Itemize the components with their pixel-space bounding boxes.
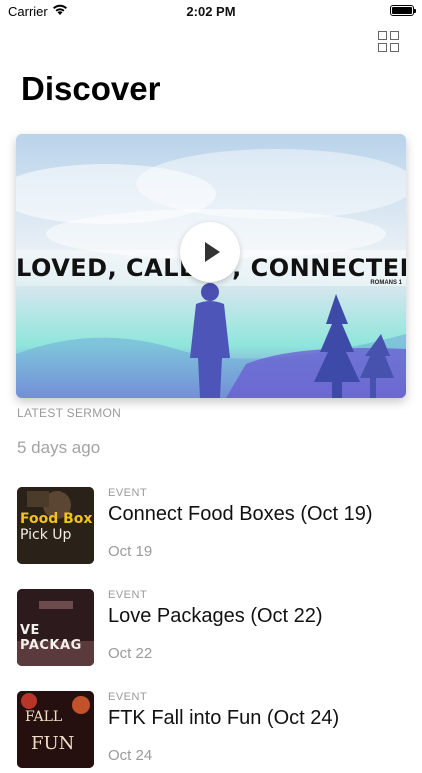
event-list-item[interactable]: VE PACKAG EVENT Love Packages (Oct 22) O… (0, 589, 422, 671)
grid-icon-cell (390, 43, 399, 52)
event-thumbnail-text: VE PACKAG (20, 623, 82, 653)
battery-icon (390, 5, 416, 16)
clock: 2:02 PM (186, 4, 236, 19)
event-list-item[interactable]: FALL FUN EVENT FTK Fall into Fun (Oct 24… (0, 691, 422, 773)
event-title: Love Packages (Oct 22) (108, 605, 323, 627)
event-date: Oct 22 (108, 645, 153, 662)
trees-silhouette (314, 294, 394, 398)
latest-sermon-card[interactable]: LOVED, CALLED, CONNECTED ROMANS 1 (16, 134, 406, 398)
sermon-banner-reference: ROMANS 1 (370, 280, 402, 286)
event-thumbnail-text: FALL (25, 709, 63, 725)
section-label: LATEST SERMON (17, 406, 122, 420)
play-icon (205, 242, 220, 262)
grid-view-button[interactable] (378, 31, 401, 54)
person-silhouette (190, 283, 230, 398)
sermon-age: 5 days ago (17, 438, 101, 457)
event-tag: EVENT (108, 589, 148, 601)
event-thumbnail-art (17, 691, 94, 768)
event-thumbnail: Food Box Pick Up (17, 487, 94, 564)
grid-icon-cell (390, 31, 399, 40)
event-thumbnail-subtext: Pick Up (20, 527, 72, 543)
event-tag: EVENT (108, 691, 148, 703)
status-bar: Carrier 2:02 PM (0, 0, 422, 24)
event-thumbnail-subtext: FUN (31, 733, 75, 754)
event-tag: EVENT (108, 487, 148, 499)
event-thumbnail: VE PACKAG (17, 589, 94, 666)
event-thumbnail: FALL FUN (17, 691, 94, 768)
event-thumbnail-text: Food Box (20, 511, 93, 527)
event-date: Oct 19 (108, 543, 153, 560)
event-list-item[interactable]: Food Box Pick Up EVENT Connect Food Boxe… (0, 487, 422, 569)
play-button[interactable] (180, 222, 240, 282)
grid-icon (378, 31, 387, 40)
event-title: Connect Food Boxes (Oct 19) (108, 503, 373, 525)
grid-icon-cell (378, 43, 387, 52)
event-title: FTK Fall into Fun (Oct 24) (108, 707, 340, 729)
page-title: Discover (21, 70, 161, 107)
